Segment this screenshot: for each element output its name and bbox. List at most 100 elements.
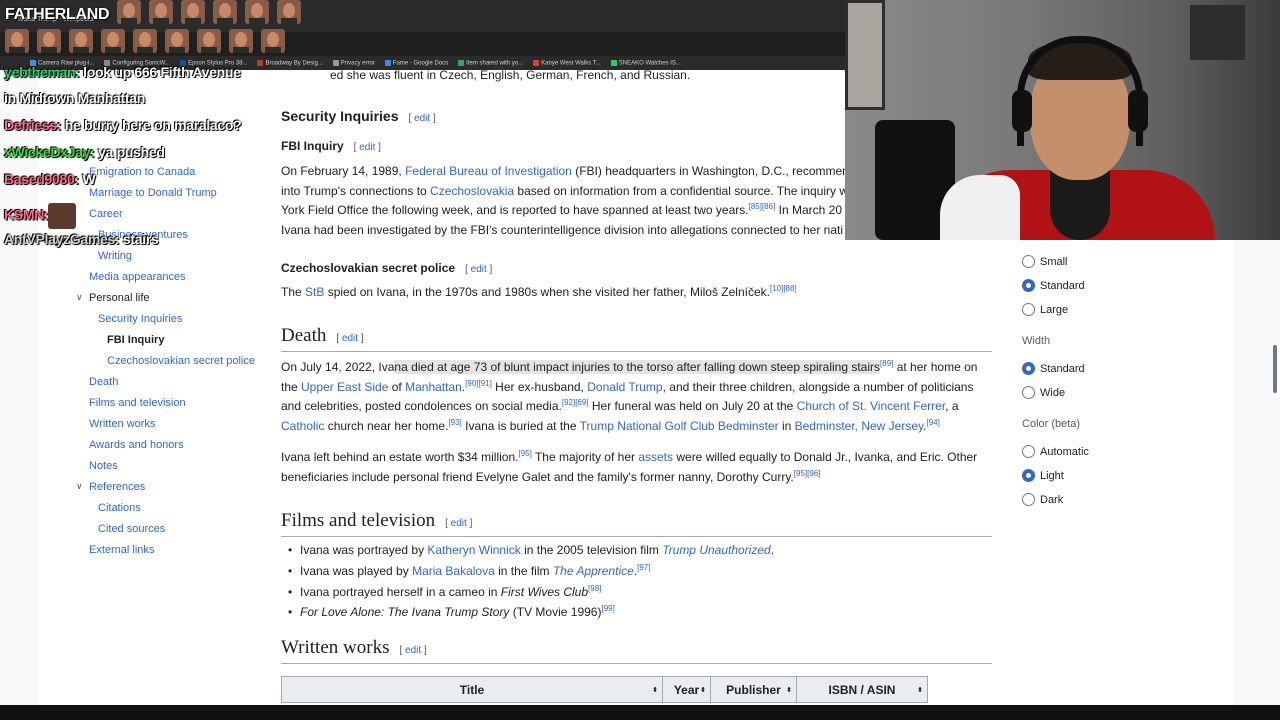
- toc-collapse-icon[interactable]: ∨: [76, 481, 83, 492]
- link-the-apprentice[interactable]: The Apprentice: [553, 564, 634, 578]
- link-assets[interactable]: assets: [638, 450, 673, 464]
- sort-icon[interactable]: ⬍: [700, 686, 706, 694]
- toc-item-marriage[interactable]: Marriage to Donald Trump: [89, 187, 217, 199]
- citation-ref[interactable]: [90][91]: [465, 379, 492, 388]
- bookmark-favicon: [610, 59, 617, 66]
- citation-ref[interactable]: [93]: [448, 418, 461, 427]
- wall-poster: [1190, 5, 1245, 60]
- toc-item-references[interactable]: References: [89, 481, 145, 493]
- toc-collapse-icon[interactable]: ∨: [76, 292, 83, 303]
- heading-rule: [281, 536, 992, 537]
- toc-item-media[interactable]: Media appearances: [89, 271, 186, 283]
- link-golf-club[interactable]: Trump National Golf Club Bedminster: [580, 419, 779, 433]
- column-header-isbn[interactable]: ISBN / ASIN ⬍: [796, 676, 928, 703]
- edit-link[interactable]: edit: [414, 113, 430, 124]
- citation-ref[interactable]: [99]: [601, 604, 614, 613]
- link-manhattan[interactable]: Manhattan: [405, 380, 462, 394]
- citation-ref[interactable]: [10][88]: [770, 284, 797, 293]
- sort-icon[interactable]: ⬍: [652, 686, 658, 694]
- toc-item-awards[interactable]: Awards and honors: [89, 439, 184, 451]
- link-trump-unauthorized[interactable]: Trump Unauthorized: [662, 543, 771, 557]
- toc-item-career[interactable]: Career: [89, 208, 123, 220]
- citation-ref[interactable]: [97]: [637, 563, 650, 572]
- chat-message: xWickeDxJay: ya pushed: [4, 144, 165, 160]
- citation-ref[interactable]: [85][86]: [749, 202, 776, 211]
- text-selection[interactable]: na died at age 73 of blunt impact injuri…: [394, 360, 881, 374]
- toc-item-czech[interactable]: Czechoslovakian secret police: [107, 355, 255, 367]
- chat-message: yebtheman: look up 666 Fifth Avenue: [4, 64, 241, 80]
- link-st-vincent-ferrer[interactable]: Church of St. Vincent Ferrer: [797, 399, 946, 413]
- wall-picture: [845, 0, 885, 110]
- chat-message: Defriess: he burry here on maralaco?: [4, 117, 242, 133]
- citation-ref[interactable]: [98]: [588, 584, 601, 593]
- link-maria-bakalova[interactable]: Maria Bakalova: [412, 564, 495, 578]
- toc-item-cited-sources[interactable]: Cited sources: [98, 523, 165, 535]
- radio-label: Dark: [1040, 494, 1064, 506]
- chat-username: Defriess:: [4, 117, 62, 133]
- radio-color-automatic[interactable]: [1022, 445, 1035, 458]
- edit-link[interactable]: edit: [451, 518, 467, 529]
- bookmark-favicon: [533, 59, 540, 66]
- link-bedminster[interactable]: Bedminster, New Jersey: [795, 419, 924, 433]
- link-fbi[interactable]: Federal Bureau of Investigation: [405, 164, 572, 178]
- chat-username: KSMN:: [4, 206, 49, 223]
- edit-link[interactable]: edit: [359, 142, 375, 153]
- citation-ref[interactable]: [89]: [880, 359, 893, 368]
- citation-ref[interactable]: [95]: [518, 449, 531, 458]
- radio-label: Large: [1040, 304, 1069, 316]
- toc-item-external-links[interactable]: External links: [89, 544, 154, 556]
- link-stb[interactable]: StB: [305, 285, 324, 299]
- radio-width-wide[interactable]: [1022, 386, 1035, 399]
- emote-icon: [181, 0, 205, 24]
- edit-link[interactable]: edit: [471, 264, 487, 275]
- toc-item-personal-life[interactable]: Personal life: [89, 292, 150, 304]
- link-catholic[interactable]: Catholic: [281, 419, 324, 433]
- sort-icon[interactable]: ⬍: [786, 686, 792, 694]
- citation-ref[interactable]: [94]: [926, 418, 939, 427]
- sort-icon[interactable]: ⬍: [917, 686, 923, 694]
- toc-item-films[interactable]: Films and television: [89, 397, 186, 409]
- radio-label: Wide: [1040, 387, 1066, 399]
- toc-item-emigration[interactable]: Emigration to Canada: [89, 166, 195, 178]
- chat-message: Based9080: W: [4, 171, 96, 187]
- chat-username: yebtheman:: [4, 64, 80, 80]
- radio-text-small[interactable]: [1022, 255, 1035, 268]
- citation-ref[interactable]: [92][69]: [562, 398, 589, 407]
- bottom-bar: [0, 705, 1280, 720]
- radio-width-standard[interactable]: [1022, 362, 1035, 375]
- toc-item-notes[interactable]: Notes: [89, 460, 118, 472]
- radio-text-large[interactable]: [1022, 303, 1035, 316]
- link-katheryn-winnick[interactable]: Katheryn Winnick: [427, 543, 520, 557]
- link-upper-east-side[interactable]: Upper East Side: [301, 380, 388, 394]
- list-item: For Love Alone: The Ivana Trump Story (T…: [288, 604, 615, 620]
- scrollbar-thumb[interactable]: [1273, 345, 1277, 393]
- toc-item-death[interactable]: Death: [89, 376, 118, 388]
- chat-text: stairs: [119, 231, 159, 247]
- chat-username: Based9080:: [4, 171, 79, 187]
- citation-ref[interactable]: [95][96]: [794, 469, 821, 478]
- chat-text: ya pushed: [94, 144, 165, 160]
- toc-item-citations[interactable]: Citations: [98, 502, 141, 514]
- bookmark-item[interactable]: Broadway By Desig...: [257, 59, 323, 66]
- radio-text-standard[interactable]: [1022, 279, 1035, 292]
- radio-label: Automatic: [1040, 446, 1089, 458]
- column-header-publisher[interactable]: Publisher ⬍: [710, 676, 797, 703]
- heading-death: Death[ edit ]: [281, 325, 364, 346]
- toc-item-fbi[interactable]: FBI Inquiry: [107, 334, 164, 346]
- paragraph-fragment: ed she was fluent in Czech, English, Ger…: [330, 68, 691, 82]
- column-header-title[interactable]: Title ⬍: [281, 676, 663, 703]
- link-czechoslovakia[interactable]: Czechoslovakia: [430, 184, 514, 198]
- radio-label: Light: [1040, 470, 1064, 482]
- radio-color-light[interactable]: [1022, 469, 1035, 482]
- column-header-year[interactable]: Year ⬍: [662, 676, 711, 703]
- emote-icon: [101, 29, 125, 53]
- toc-item-security[interactable]: Security Inquiries: [98, 313, 182, 325]
- edit-link[interactable]: edit: [405, 645, 421, 656]
- toc-item-writing[interactable]: Writing: [98, 250, 132, 262]
- browser-address-bar[interactable]: [0, 32, 845, 56]
- edit-link[interactable]: edit: [342, 333, 358, 344]
- link-donald-trump[interactable]: Donald Trump: [587, 380, 662, 394]
- toc-item-written[interactable]: Written works: [89, 418, 155, 430]
- emote-icon: [229, 29, 253, 53]
- radio-color-dark[interactable]: [1022, 493, 1035, 506]
